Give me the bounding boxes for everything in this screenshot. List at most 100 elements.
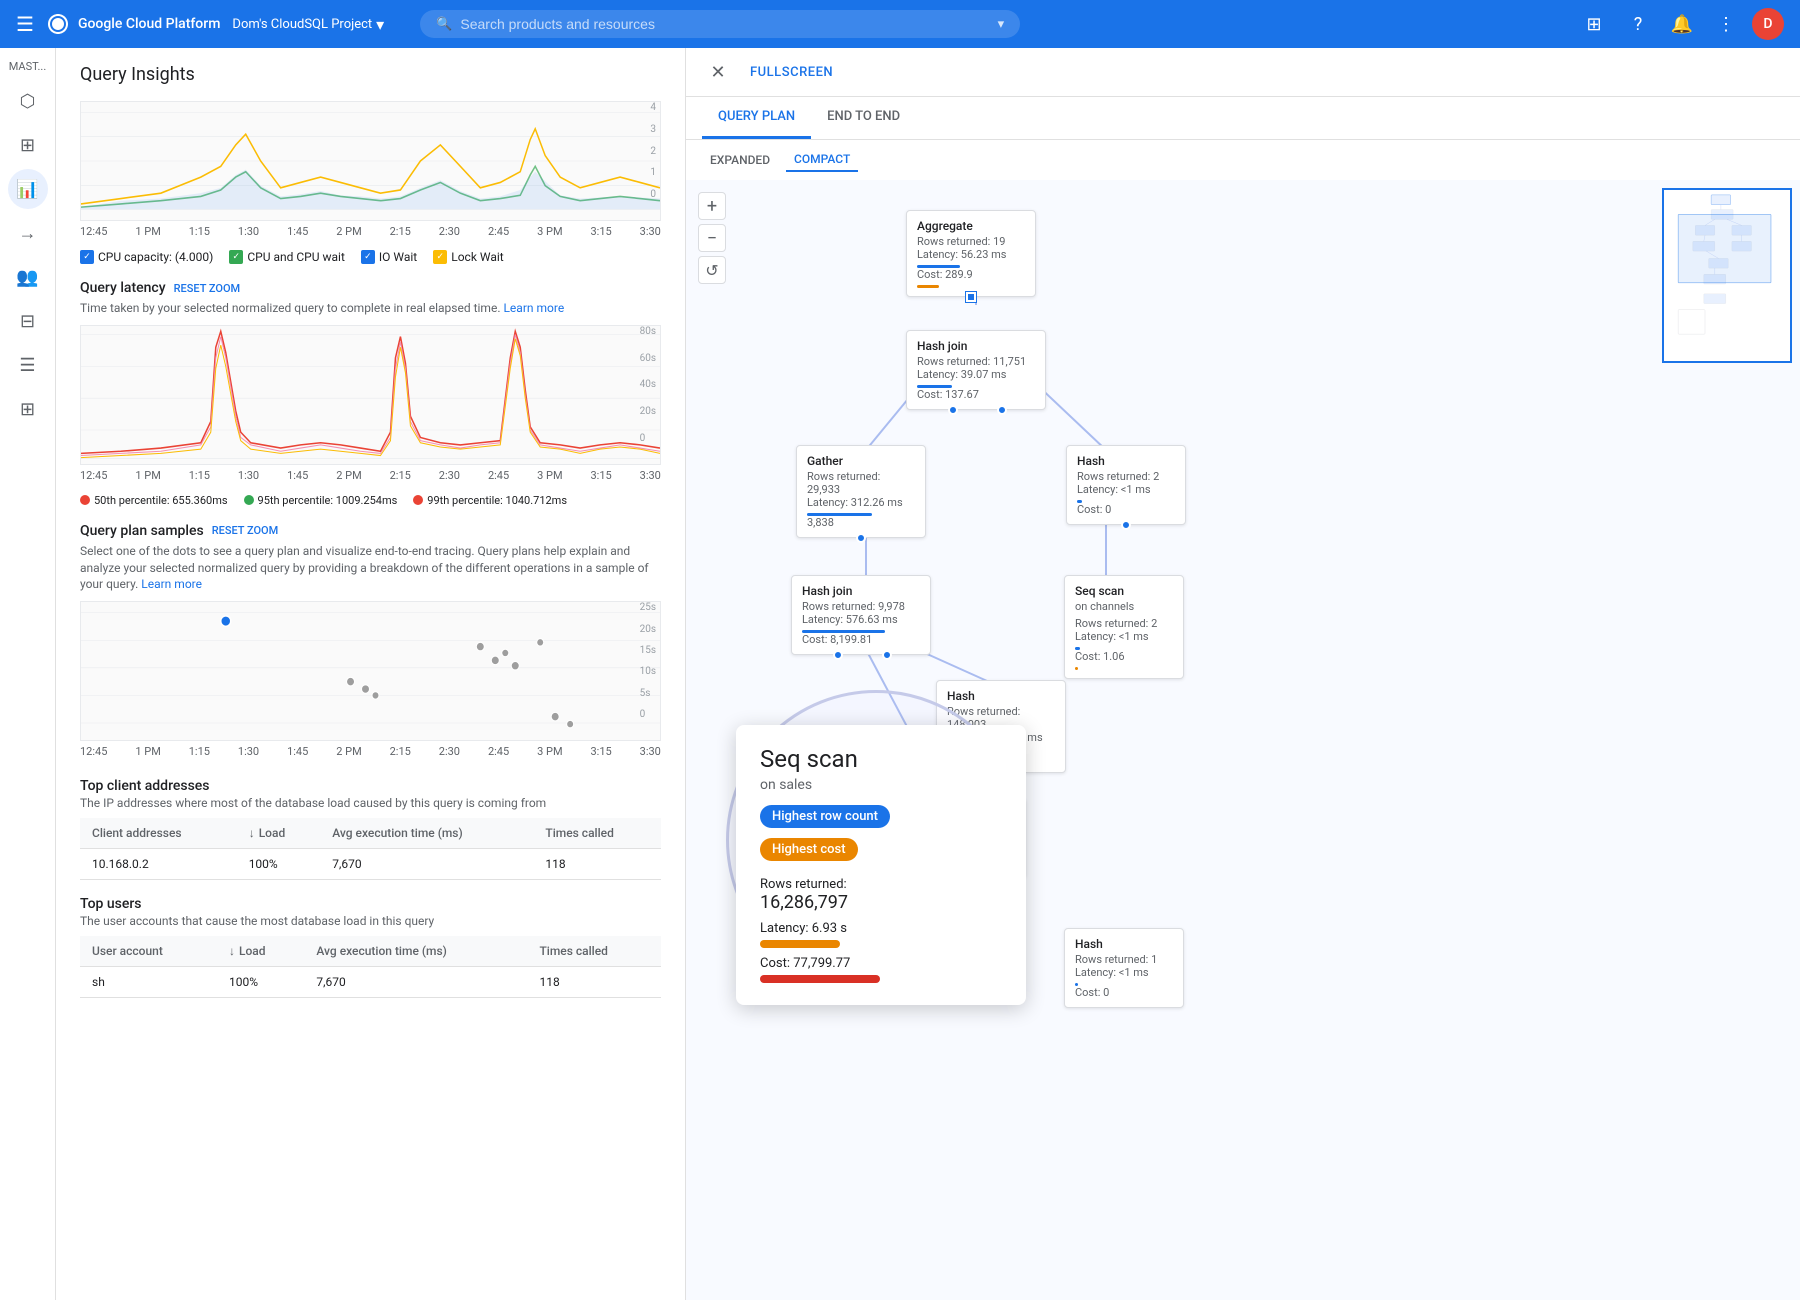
gcp-logo-icon (46, 12, 70, 36)
table-row: 10.168.0.2 100% 7,670 118 (80, 849, 661, 880)
legend-io-wait[interactable]: ✓ IO Wait (361, 250, 417, 264)
app-logo: Google Cloud Platform (46, 12, 220, 36)
apps-icon[interactable]: ⊞ (1576, 6, 1612, 42)
legend-lock-wait[interactable]: ✓ Lock Wait (433, 250, 503, 264)
tab-query-plan[interactable]: QUERY PLAN (702, 97, 811, 139)
zoom-out-button[interactable]: − (698, 224, 726, 252)
legend-cpu-capacity-checkbox[interactable]: ✓ (80, 250, 94, 264)
left-panel: Query Insights (56, 48, 686, 1300)
latency-chart-svg (81, 326, 660, 464)
latency-reset-zoom[interactable]: RESET ZOOM (174, 282, 241, 295)
latency-section-title: Query latency RESET ZOOM (80, 280, 661, 296)
search-icon: 🔍 (436, 17, 452, 32)
sidebar-item-layers[interactable]: ⬡ (8, 81, 48, 121)
legend-lock-wait-checkbox[interactable]: ✓ (433, 250, 447, 264)
scatter-x-labels: 12:451 PM1:151:301:45 2 PM2:152:302:453 … (80, 741, 661, 762)
query-plan-canvas: + − ↺ (686, 180, 1800, 1300)
nav-icons-group: ⊞ ? 🔔 ⋮ D (1576, 6, 1784, 42)
col-user-load[interactable]: ↓Load (217, 936, 304, 967)
times-called-cell: 118 (533, 849, 661, 880)
app-name: Google Cloud Platform (78, 16, 220, 32)
cpu-chart-y-labels: 43210 (650, 102, 656, 200)
scatter-chart: 25s20s15s10s5s0 (80, 601, 661, 741)
scatter-y-labels: 25s20s15s10s5s0 (640, 602, 656, 720)
top-clients-header-row: Client addresses ↓Load Avg execution tim… (80, 818, 661, 849)
p99-dot (413, 495, 423, 505)
latency-chart-container: 80s60s40s20s0 12:451 PM1:151:301:45 2 PM… (80, 325, 661, 507)
sidebar-item-square[interactable]: ⊟ (8, 301, 48, 341)
seqscan-ch-cost-bar (1075, 667, 1078, 670)
view-compact-btn[interactable]: COMPACT (786, 148, 858, 172)
legend-io-wait-checkbox[interactable]: ✓ (361, 250, 375, 264)
user-load-cell: 100% (217, 967, 304, 998)
top-clients-section: Top client addresses The IP addresses wh… (80, 778, 661, 880)
gather-dot (856, 533, 866, 543)
user-avatar[interactable]: D (1752, 8, 1784, 40)
top-users-desc: The user accounts that cause the most da… (80, 914, 661, 928)
legend-io-wait-label: IO Wait (379, 250, 417, 264)
legend-cpu-capacity[interactable]: ✓ CPU capacity: (4.000) (80, 250, 213, 264)
sidebar-item-chart[interactable]: 📊 (8, 169, 48, 209)
fullscreen-label[interactable]: FULLSCREEN (750, 65, 833, 80)
tab-end-to-end[interactable]: END TO END (811, 97, 916, 139)
col-user-account: User account (80, 936, 217, 967)
hashjoin2-node[interactable]: Hash join Rows returned: 9,978 Latency: … (791, 575, 931, 655)
hash3-node[interactable]: Hash Rows returned: 1 Latency: <1 ms Cos… (1064, 928, 1184, 1008)
query-plan-learn-more[interactable]: Learn more (141, 577, 202, 591)
sidebar-item-arrow[interactable]: → (8, 213, 48, 253)
search-input[interactable] (460, 16, 989, 32)
top-clients-title: Top client addresses (80, 778, 661, 794)
sidebar-item-table[interactable]: ⊞ (8, 389, 48, 429)
right-panel: ✕ FULLSCREEN QUERY PLAN END TO END EXPAN… (686, 48, 1800, 1300)
popup-node-title: Seq scan (760, 745, 1002, 773)
query-plan-section-title: Query plan samples RESET ZOOM (80, 523, 661, 539)
highest-row-count-badge[interactable]: Highest row count (760, 805, 890, 828)
zoom-in-button[interactable]: + (698, 192, 726, 220)
popup-rows-label: Rows returned: (760, 877, 1002, 892)
hj2-left-dot (833, 650, 843, 660)
col-user-times-called: Times called (527, 936, 661, 967)
legend-cpu-wait[interactable]: ✓ CPU and CPU wait (229, 250, 345, 264)
cpu-chart-legend: ✓ CPU capacity: (4.000) ✓ CPU and CPU wa… (80, 250, 661, 264)
search-bar[interactable]: 🔍 ▾ (420, 10, 1020, 38)
col-avg-time[interactable]: Avg execution time (ms) (320, 818, 533, 849)
seqscan-channels-node[interactable]: Seq scan on channels Rows returned: 2 La… (1064, 575, 1184, 679)
legend-cpu-wait-checkbox[interactable]: ✓ (229, 250, 243, 264)
more-options-icon[interactable]: ⋮ (1708, 6, 1744, 42)
top-users-table: User account ↓Load Avg execution time (m… (80, 936, 661, 998)
query-plan-reset-zoom[interactable]: RESET ZOOM (212, 524, 279, 537)
load-cell: 100% (237, 849, 321, 880)
sidebar: MAST... ⬡ ⊞ 📊 → 👥 ⊟ ☰ ⊞ (0, 48, 56, 1300)
project-selector[interactable]: Dom's CloudSQL Project ▾ (232, 15, 384, 34)
project-chevron-icon: ▾ (376, 15, 384, 34)
col-user-avg-time[interactable]: Avg execution time (ms) (304, 936, 527, 967)
col-load[interactable]: ↓Load (237, 818, 321, 849)
latency-chart-x-labels: 12:451 PM1:151:301:45 2 PM2:152:302:453 … (80, 465, 661, 486)
avg-time-cell: 7,670 (320, 849, 533, 880)
project-name: Dom's CloudSQL Project (232, 17, 372, 32)
notifications-icon[interactable]: 🔔 (1664, 6, 1700, 42)
hashjoin1-node[interactable]: Hash join Rows returned: 11,751 Latency:… (906, 330, 1046, 410)
gather-node[interactable]: Gather Rows returned: 29,933 Latency: 31… (796, 445, 926, 538)
sidebar-item-list[interactable]: ☰ (8, 345, 48, 385)
user-avg-time-cell: 7,670 (304, 967, 527, 998)
top-navigation: ☰ Google Cloud Platform Dom's CloudSQL P… (0, 0, 1800, 48)
hamburger-menu[interactable]: ☰ (16, 12, 34, 36)
aggregate-node[interactable]: Aggregate Rows returned: 19 Latency: 56.… (906, 210, 1036, 297)
popup-node-subtitle: on sales (760, 777, 1002, 793)
close-button[interactable]: ✕ (702, 56, 734, 88)
p95-label: 95th percentile: 1009.254ms (244, 494, 398, 507)
reset-view-button[interactable]: ↺ (698, 256, 726, 284)
view-expanded-btn[interactable]: EXPANDED (702, 149, 778, 171)
hj1-right-dot (997, 405, 1007, 415)
latency-learn-more[interactable]: Learn more (503, 301, 564, 315)
sidebar-item-dashboard[interactable]: ⊞ (8, 125, 48, 165)
hash1-node[interactable]: Hash Rows returned: 2 Latency: <1 ms Cos… (1066, 445, 1186, 525)
highest-cost-badge[interactable]: Highest cost (760, 838, 858, 861)
sidebar-item-people[interactable]: 👥 (8, 257, 48, 297)
query-plan-title-text: Query plan samples (80, 523, 204, 539)
top-users-title: Top users (80, 896, 661, 912)
help-icon[interactable]: ? (1620, 6, 1656, 42)
top-clients-desc: The IP addresses where most of the datab… (80, 796, 661, 810)
latency-chart: 80s60s40s20s0 (80, 325, 661, 465)
